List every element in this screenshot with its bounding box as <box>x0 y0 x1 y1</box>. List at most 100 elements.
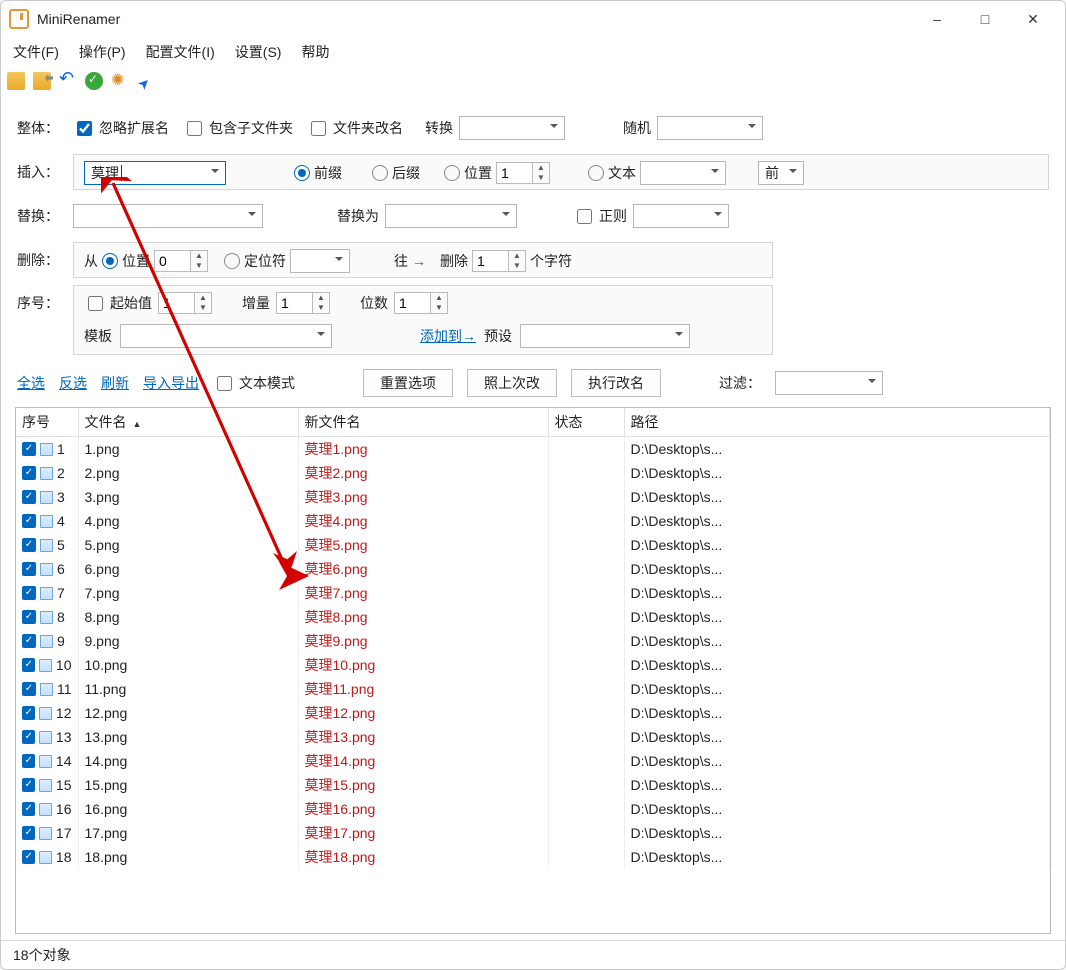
radio-from-position[interactable]: 位置 <box>102 251 150 271</box>
execute-button[interactable]: 执行改名 <box>571 369 661 397</box>
spin-start-val[interactable]: ▲▼ <box>158 292 212 314</box>
row-checkbox[interactable] <box>22 754 35 768</box>
minimize-button[interactable]: – <box>913 3 961 35</box>
link-refresh[interactable]: 刷新 <box>101 373 129 393</box>
chk-folder-rename[interactable]: 文件夹改名 <box>307 118 403 139</box>
combo-filter[interactable] <box>775 371 883 395</box>
chk-regex[interactable]: 正则 <box>573 206 627 227</box>
col-status[interactable]: 状态 <box>548 408 624 437</box>
table-row[interactable]: 11 11.png 莫理11.png D:\Desktop\s... <box>16 677 1050 701</box>
file-table[interactable]: 序号 文件名 新文件名 状态 路径 1 1.png 莫理1.png D:\Des… <box>15 407 1051 934</box>
menu-file[interactable]: 文件(F) <box>13 42 59 62</box>
combo-convert[interactable] <box>459 116 565 140</box>
row-checkbox[interactable] <box>22 514 36 528</box>
table-row[interactable]: 16 16.png 莫理16.png D:\Desktop\s... <box>16 797 1050 821</box>
row-checkbox[interactable] <box>22 658 35 672</box>
combo-random[interactable] <box>657 116 763 140</box>
col-name[interactable]: 文件名 <box>78 408 298 437</box>
row-checkbox[interactable] <box>22 706 35 720</box>
row-checkbox[interactable] <box>22 802 35 816</box>
chk-start-val[interactable]: 起始值 <box>84 293 152 314</box>
table-row[interactable]: 17 17.png 莫理17.png D:\Desktop\s... <box>16 821 1050 845</box>
combo-preset[interactable] <box>520 324 690 348</box>
row-checkbox[interactable] <box>22 682 36 696</box>
menu-settings[interactable]: 设置(S) <box>235 42 282 62</box>
radio-suffix[interactable]: 后缀 <box>372 163 420 183</box>
menu-help[interactable]: 帮助 <box>301 42 329 62</box>
row-checkbox[interactable] <box>22 850 35 864</box>
table-row[interactable]: 4 4.png 莫理4.png D:\Desktop\s... <box>16 509 1050 533</box>
spin-position[interactable]: ▲▼ <box>496 162 550 184</box>
col-idx[interactable]: 序号 <box>16 408 78 437</box>
table-row[interactable]: 2 2.png 莫理2.png D:\Desktop\s... <box>16 461 1050 485</box>
row-checkbox[interactable] <box>22 826 35 840</box>
table-row[interactable]: 3 3.png 莫理3.png D:\Desktop\s... <box>16 485 1050 509</box>
combo-locator[interactable] <box>290 249 350 273</box>
close-button[interactable]: ✕ <box>1009 3 1057 35</box>
table-row[interactable]: 15 15.png 莫理15.png D:\Desktop\s... <box>16 773 1050 797</box>
col-path[interactable]: 路径 <box>624 408 1050 437</box>
table-row[interactable]: 18 18.png 莫理18.png D:\Desktop\s... <box>16 845 1050 869</box>
cell-filename: 2.png <box>78 461 298 485</box>
menu-config[interactable]: 配置文件(I) <box>146 42 215 62</box>
settings-icon[interactable] <box>111 72 129 90</box>
spin-from-position[interactable]: ▲▼ <box>154 250 208 272</box>
chk-ignore-ext[interactable]: 忽略扩展名 <box>73 118 169 139</box>
add-files-icon[interactable] <box>7 72 25 90</box>
row-checkbox[interactable] <box>22 466 36 480</box>
label-nchars: 个字符 <box>530 251 572 271</box>
table-row[interactable]: 6 6.png 莫理6.png D:\Desktop\s... <box>16 557 1050 581</box>
cell-status <box>548 485 624 509</box>
apply-icon[interactable] <box>85 72 103 90</box>
row-checkbox[interactable] <box>22 538 36 552</box>
file-icon <box>39 731 52 744</box>
link-select-all[interactable]: 全选 <box>17 373 45 393</box>
radio-locator[interactable]: 定位符 <box>224 251 286 271</box>
as-last-time-button[interactable]: 照上次改 <box>467 369 557 397</box>
combo-front-back[interactable]: 前 <box>758 161 804 185</box>
row-checkbox[interactable] <box>22 442 36 456</box>
combo-replace-to[interactable] <box>385 204 517 228</box>
menu-action[interactable]: 操作(P) <box>79 42 126 62</box>
add-folder-icon[interactable] <box>33 72 51 90</box>
app-icon <box>9 9 29 29</box>
spin-increment[interactable]: ▲▼ <box>276 292 330 314</box>
insert-text-input[interactable]: 莫理 <box>84 161 226 185</box>
table-row[interactable]: 13 13.png 莫理13.png D:\Desktop\s... <box>16 725 1050 749</box>
table-row[interactable]: 9 9.png 莫理9.png D:\Desktop\s... <box>16 629 1050 653</box>
table-row[interactable]: 14 14.png 莫理14.png D:\Desktop\s... <box>16 749 1050 773</box>
undo-icon[interactable] <box>59 72 77 90</box>
combo-regex[interactable] <box>633 204 729 228</box>
row-checkbox[interactable] <box>22 586 36 600</box>
radio-text[interactable]: 文本 <box>588 163 636 183</box>
row-index: 14 <box>56 753 72 769</box>
table-row[interactable]: 10 10.png 莫理10.png D:\Desktop\s... <box>16 653 1050 677</box>
chk-text-mode[interactable]: 文本模式 <box>213 373 295 394</box>
pin-icon[interactable] <box>137 72 155 90</box>
table-row[interactable]: 5 5.png 莫理5.png D:\Desktop\s... <box>16 533 1050 557</box>
link-import-export[interactable]: 导入导出 <box>143 373 199 393</box>
combo-text-match[interactable] <box>640 161 726 185</box>
row-checkbox[interactable] <box>22 610 36 624</box>
chk-include-sub[interactable]: 包含子文件夹 <box>183 118 293 139</box>
link-inverse[interactable]: 反选 <box>59 373 87 393</box>
row-checkbox[interactable] <box>22 562 36 576</box>
radio-prefix[interactable]: 前缀 <box>294 163 342 183</box>
spin-delete-count[interactable]: ▲▼ <box>472 250 526 272</box>
row-checkbox[interactable] <box>22 778 35 792</box>
row-checkbox[interactable] <box>22 730 35 744</box>
reset-options-button[interactable]: 重置选项 <box>363 369 453 397</box>
spin-digits[interactable]: ▲▼ <box>394 292 448 314</box>
table-row[interactable]: 12 12.png 莫理12.png D:\Desktop\s... <box>16 701 1050 725</box>
table-row[interactable]: 1 1.png 莫理1.png D:\Desktop\s... <box>16 437 1050 462</box>
table-row[interactable]: 8 8.png 莫理8.png D:\Desktop\s... <box>16 605 1050 629</box>
radio-position[interactable]: 位置 <box>444 163 492 183</box>
link-add-to[interactable]: 添加到→ <box>420 326 476 346</box>
col-new-name[interactable]: 新文件名 <box>298 408 548 437</box>
combo-replace-find[interactable] <box>73 204 263 228</box>
table-row[interactable]: 7 7.png 莫理7.png D:\Desktop\s... <box>16 581 1050 605</box>
combo-template[interactable] <box>120 324 332 348</box>
row-checkbox[interactable] <box>22 490 36 504</box>
row-checkbox[interactable] <box>22 634 36 648</box>
maximize-button[interactable]: □ <box>961 3 1009 35</box>
